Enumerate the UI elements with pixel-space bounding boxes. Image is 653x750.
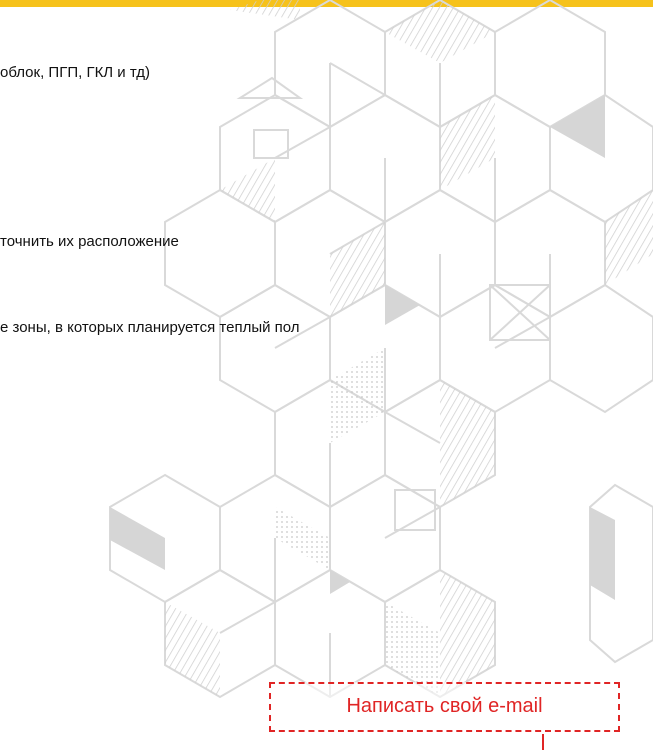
note-line-heated-floor: е зоны, в которых планируется теплый пол	[0, 319, 300, 336]
write-email-button[interactable]: Написать свой e-mail	[269, 682, 620, 750]
background-isometric-pattern	[109, 0, 653, 699]
write-email-button-label: Написать свой e-mail	[346, 695, 543, 717]
button-pointer-stem	[542, 734, 544, 750]
note-line-location: точнить их расположение	[0, 233, 179, 250]
note-line-materials: облок, ПГП, ГКЛ и тд)	[0, 64, 150, 81]
